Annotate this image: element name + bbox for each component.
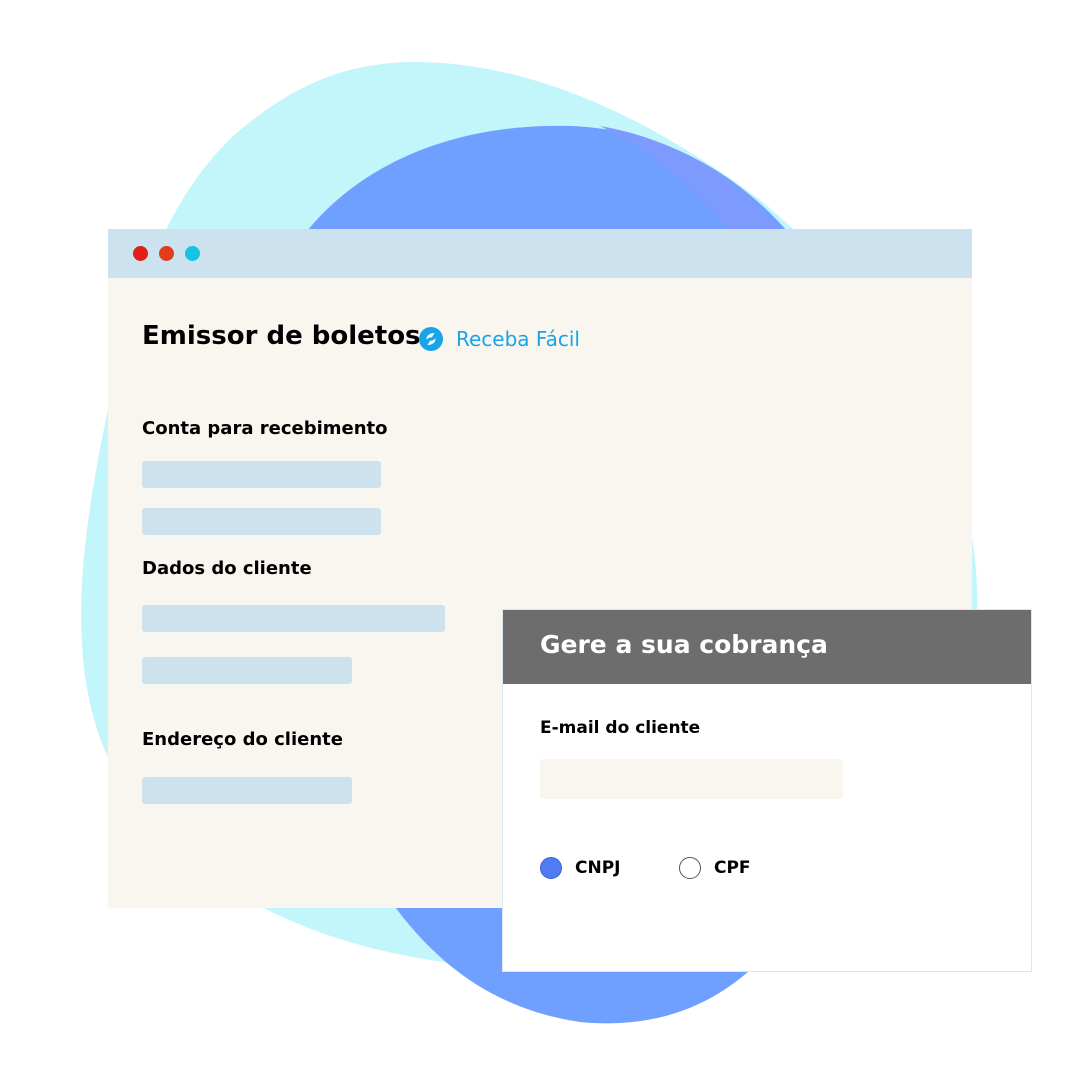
brand: Receba Fácil <box>419 326 580 352</box>
section-label-conta: Conta para recebimento <box>142 418 388 439</box>
page-title: Emissor de boletos <box>142 321 421 351</box>
radio-unchecked-icon[interactable] <box>679 857 701 879</box>
close-window-dot-icon[interactable] <box>133 246 148 261</box>
conta-field-placeholder-2 <box>142 508 381 535</box>
charge-modal: Gere a sua cobrança E-mail do cliente CN… <box>502 609 1032 972</box>
conta-field-placeholder-1 <box>142 461 381 488</box>
receba-facil-logo-icon <box>419 327 443 351</box>
dados-field-placeholder-1 <box>142 605 445 632</box>
minimize-window-dot-icon[interactable] <box>159 246 174 261</box>
maximize-window-dot-icon[interactable] <box>185 246 200 261</box>
radio-option-cnpj[interactable]: CNPJ <box>540 855 621 881</box>
dados-field-placeholder-2 <box>142 657 352 684</box>
section-label-dados: Dados do cliente <box>142 558 312 579</box>
radio-label-cnpj: CNPJ <box>575 858 621 878</box>
section-label-endereco: Endereço do cliente <box>142 729 343 750</box>
radio-checked-icon[interactable] <box>540 857 562 879</box>
radio-label-cpf: CPF <box>714 858 751 878</box>
radio-option-cpf[interactable]: CPF <box>679 855 751 881</box>
endereco-field-placeholder <box>142 777 352 804</box>
email-field[interactable] <box>540 759 843 799</box>
email-field-label: E-mail do cliente <box>540 718 701 738</box>
illustration: Emissor de boletos Receba Fácil Conta pa… <box>0 0 1080 1080</box>
brand-name: Receba Fácil <box>456 327 580 351</box>
modal-header: Gere a sua cobrança <box>503 610 1031 684</box>
window-titlebar <box>108 229 972 278</box>
modal-title: Gere a sua cobrança <box>540 630 828 659</box>
